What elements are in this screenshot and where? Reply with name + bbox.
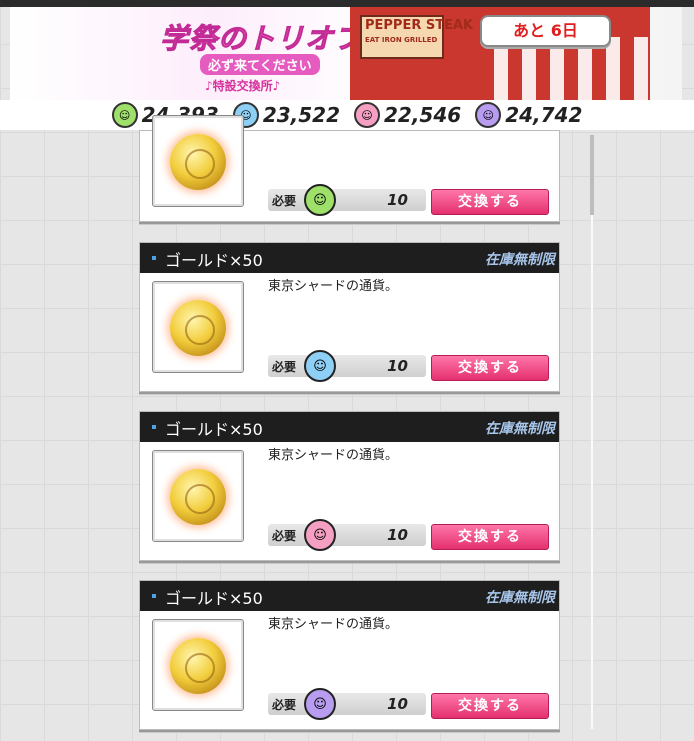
item-thumbnail[interactable] xyxy=(152,281,244,373)
required-value: 10 xyxy=(387,526,408,544)
stock-status: 在庫無制限 xyxy=(485,421,555,437)
currency-pink: ☺ 22,546 xyxy=(354,102,461,128)
exchange-button[interactable]: 交換する xyxy=(431,189,549,215)
required-label: 必要 xyxy=(272,698,297,712)
exchange-button[interactable]: 交換する xyxy=(431,355,549,381)
currency-value: 24,742 xyxy=(505,103,583,127)
scrollbar-thumb[interactable] xyxy=(590,135,594,215)
currency-blue: ☺ 23,522 xyxy=(232,102,340,128)
stall-sign-line2: EAT IRON GRILLED xyxy=(365,36,438,44)
pink-character-icon: ☺ xyxy=(304,519,336,551)
stall-sign-text: PEPPER STEAK EAT IRON GRILLED xyxy=(365,19,473,47)
item-description: 東京シャードの通貨。 xyxy=(268,279,399,294)
required-value: 10 xyxy=(387,695,408,713)
required-cost: 必要 ☺ 10 xyxy=(268,184,426,216)
stock-status: 在庫無制限 xyxy=(485,252,555,268)
bullet-icon xyxy=(152,256,156,260)
item-header: ゴールド×50 在庫無制限 xyxy=(140,243,559,273)
item-header: ゴールド×50 在庫無制限 xyxy=(140,581,559,611)
days-left-badge: あと 6日 xyxy=(480,15,611,47)
exchange-item: ゴールド×50 在庫無制限 東京シャードの通貨。 必要 ☺ 10 交換する xyxy=(139,411,560,561)
green-character-icon: ☺ xyxy=(304,184,336,216)
required-cost: 必要 ☺ 10 xyxy=(268,519,426,551)
currency-purple: ☺ 24,742 xyxy=(475,102,582,128)
required-value: 10 xyxy=(387,357,408,375)
item-name: ゴールド×50 xyxy=(165,420,263,439)
gold-coin-icon xyxy=(170,638,226,694)
stock-status: 在庫無制限 xyxy=(485,590,555,606)
shop-name: ♪特設交換所♪ xyxy=(205,79,281,93)
purple-character-icon: ☺ xyxy=(304,688,336,720)
exchange-item: 必要 ☺ 10 交換する xyxy=(139,115,560,222)
event-subtitle: 必ず来てください xyxy=(200,54,320,75)
required-label: 必要 xyxy=(272,360,297,374)
scrollbar-track[interactable] xyxy=(591,135,593,729)
stall-sign-line1: PEPPER STEAK xyxy=(365,18,474,33)
bullet-icon xyxy=(152,425,156,429)
required-cost: 必要 ☺ 10 xyxy=(268,350,426,382)
required-label: 必要 xyxy=(272,194,297,208)
exchange-button[interactable]: 交換する xyxy=(431,693,549,719)
exchange-button[interactable]: 交換する xyxy=(431,524,549,550)
item-header: ゴールド×50 在庫無制限 xyxy=(140,412,559,442)
exchange-item: ゴールド×50 在庫無制限 東京シャードの通貨。 必要 ☺ 10 交換する xyxy=(139,242,560,392)
event-banner[interactable]: 学祭のトリオブロック!? 必ず来てください ♪特設交換所♪ PEPPER STE… xyxy=(10,7,682,100)
required-cost: 必要 ☺ 10 xyxy=(268,688,426,720)
currency-bar: ☺ 24,393 ☺ 23,522 ☺ 22,546 ☺ 24,742 xyxy=(0,100,694,130)
exchange-item: ゴールド×50 在庫無制限 東京シャードの通貨。 必要 ☺ 10 交換する xyxy=(139,580,560,730)
item-name: ゴールド×50 xyxy=(165,589,263,608)
gold-coin-icon xyxy=(170,469,226,525)
bullet-icon xyxy=(152,594,156,598)
top-bar xyxy=(0,0,694,7)
gold-coin-icon xyxy=(170,134,226,190)
gold-coin-icon xyxy=(170,300,226,356)
item-name: ゴールド×50 xyxy=(165,251,263,270)
green-character-icon: ☺ xyxy=(111,102,138,128)
currency-value: 23,522 xyxy=(262,103,340,127)
required-value: 10 xyxy=(387,191,408,209)
item-thumbnail[interactable] xyxy=(152,115,244,207)
item-thumbnail[interactable] xyxy=(152,450,244,542)
item-description: 東京シャードの通貨。 xyxy=(268,617,399,632)
required-label: 必要 xyxy=(272,529,297,543)
currency-value: 22,546 xyxy=(384,103,462,127)
pink-character-icon: ☺ xyxy=(354,102,380,128)
item-thumbnail[interactable] xyxy=(152,619,244,711)
blue-character-icon: ☺ xyxy=(304,350,336,382)
item-description: 東京シャードの通貨。 xyxy=(268,448,399,463)
purple-character-icon: ☺ xyxy=(475,102,502,128)
